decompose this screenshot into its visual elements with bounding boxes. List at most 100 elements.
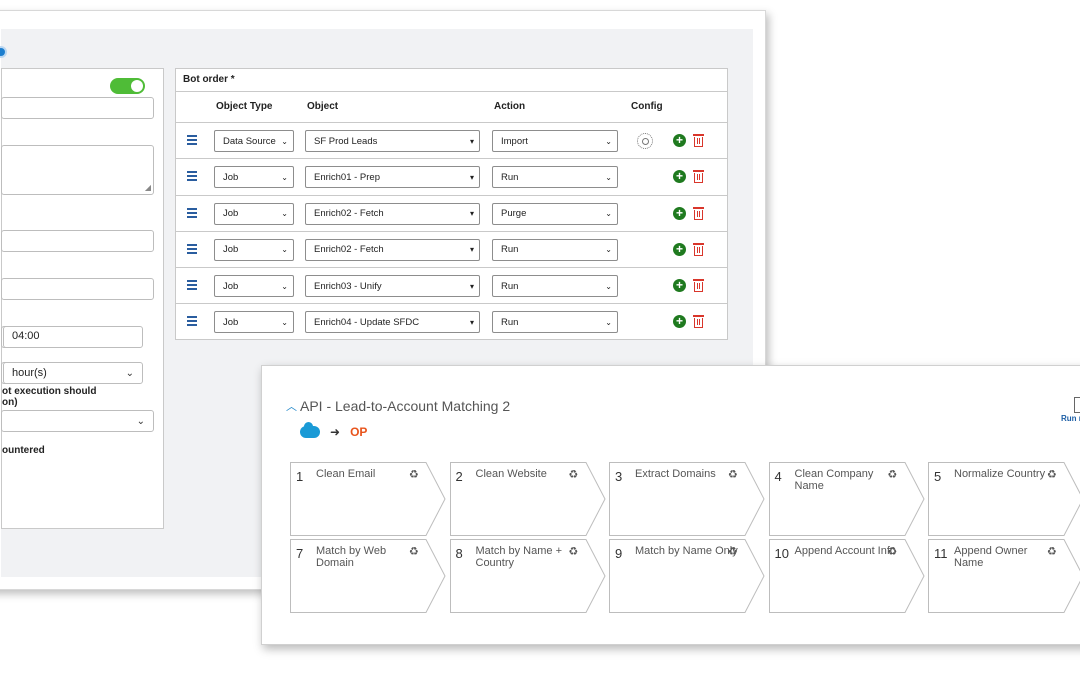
add-row-icon[interactable]: + xyxy=(673,315,686,329)
workflow-step[interactable]: 7 Match by Web Domain ♻ xyxy=(290,539,446,613)
trash-icon[interactable] xyxy=(693,242,704,256)
action-value: Run xyxy=(501,316,519,328)
chevron-down-icon: ⌄ xyxy=(605,136,612,146)
action-select[interactable]: Run ⌄ xyxy=(492,311,618,334)
chevron-up-icon[interactable]: ︿ xyxy=(286,398,297,414)
action-value: Import xyxy=(501,135,528,147)
recycle-icon[interactable]: ♻ xyxy=(1047,545,1057,558)
object-type-select[interactable]: Job ⌄ xyxy=(214,275,294,298)
object-type-value: Job xyxy=(223,171,239,183)
add-row-icon[interactable]: + xyxy=(673,206,686,220)
step-label: Clean Website xyxy=(475,468,547,480)
object-select[interactable]: Enrich02 - Fetch ▾ xyxy=(305,202,480,225)
trash-icon[interactable] xyxy=(693,315,704,329)
add-row-icon[interactable]: + xyxy=(673,134,686,147)
workflow-step[interactable]: 10 Append Account Info ♻ xyxy=(768,539,925,613)
chevron-down-icon: ⌄ xyxy=(281,209,288,219)
object-select[interactable]: Enrich04 - Update SFDC ▾ xyxy=(305,311,480,334)
workflow-window: ︿ API - Lead-to-Account Matching 2 ➜ OP … xyxy=(261,365,1080,645)
recycle-icon[interactable]: ♻ xyxy=(409,545,419,558)
object-type-select[interactable]: Job ⌄ xyxy=(214,311,294,334)
start-time-value: 04:00 xyxy=(12,330,40,342)
trash-icon[interactable] xyxy=(693,170,704,184)
field-input-2[interactable] xyxy=(1,278,154,300)
step-label: Extract Domains xyxy=(635,468,716,480)
step-number: 4 xyxy=(774,469,782,484)
workflow-step[interactable]: 1 Clean Email ♻ xyxy=(290,462,446,536)
object-type-select[interactable]: Data Source ⌄ xyxy=(214,130,294,152)
start-time-input[interactable]: 04:00 xyxy=(3,326,143,348)
action-select[interactable]: Run ⌄ xyxy=(492,166,618,189)
trash-icon[interactable] xyxy=(693,134,704,147)
step-label: Clean Company Name xyxy=(794,468,874,492)
step-label: Match by Name Only xyxy=(635,545,738,557)
trash-icon[interactable] xyxy=(693,206,704,220)
resize-grip-icon[interactable]: ◢ xyxy=(145,184,151,192)
recycle-icon[interactable]: ♻ xyxy=(569,545,579,558)
drag-handle-icon[interactable] xyxy=(187,280,197,292)
add-row-icon[interactable]: + xyxy=(673,170,686,184)
run-button-label[interactable]: Run r xyxy=(1061,414,1080,423)
step-number: 2 xyxy=(455,469,463,484)
workflow-step[interactable]: 5 Normalize Country ♻ xyxy=(928,462,1080,536)
caret-down-icon: ▾ xyxy=(469,317,474,327)
step-label: Append Account Info xyxy=(794,545,897,557)
object-select[interactable]: Enrich02 - Fetch ▾ xyxy=(305,238,480,261)
flow-route: ➜ OP xyxy=(300,422,367,439)
object-select[interactable]: Enrich03 - Unify ▾ xyxy=(305,275,480,298)
action-value: Run xyxy=(501,280,519,292)
name-input[interactable] xyxy=(1,97,154,119)
object-type-select[interactable]: Job ⌄ xyxy=(214,202,294,225)
salesforce-cloud-icon xyxy=(300,422,320,438)
workflow-title-text: API - Lead-to-Account Matching 2 xyxy=(300,398,511,414)
workflow-title[interactable]: ︿ API - Lead-to-Account Matching 2 xyxy=(286,398,510,414)
object-type-value: Job xyxy=(223,316,239,328)
add-row-icon[interactable]: + xyxy=(673,242,686,256)
recycle-icon[interactable]: ♻ xyxy=(728,468,738,481)
object-type-select[interactable]: Job ⌄ xyxy=(214,166,294,189)
recycle-icon[interactable]: ♻ xyxy=(888,468,898,481)
chevron-down-icon: ⌄ xyxy=(281,245,288,255)
arrow-right-icon: ➜ xyxy=(330,425,341,439)
bot-settings-panel: ◢ 04:00 hour(s) ⌄ ot execution should on… xyxy=(1,68,164,529)
step-number: 8 xyxy=(455,546,463,561)
recycle-icon[interactable]: ♻ xyxy=(728,545,738,558)
workflow-step[interactable]: 3 Extract Domains ♻ xyxy=(609,462,765,536)
description-textarea[interactable]: ◢ xyxy=(1,145,154,195)
recycle-icon[interactable]: ♻ xyxy=(409,468,419,481)
step-number: 10 xyxy=(774,546,789,561)
drag-handle-icon[interactable] xyxy=(187,243,197,256)
workflow-step[interactable]: 9 Match by Name Only ♻ xyxy=(609,539,765,613)
recycle-icon[interactable]: ♻ xyxy=(569,468,579,481)
recycle-icon[interactable]: ♻ xyxy=(888,545,898,558)
gear-icon[interactable] xyxy=(637,133,653,149)
table-body: Data Source ⌄ SF Prod Leads ▾ Import ⌄ + Job ⌄ En… xyxy=(176,123,727,341)
step-number: 3 xyxy=(615,469,623,484)
column-header-object: Object xyxy=(307,101,339,112)
action-select[interactable]: Import ⌄ xyxy=(492,130,618,152)
execution-select[interactable]: ⌄ xyxy=(1,410,154,432)
run-report-icon[interactable] xyxy=(1074,397,1080,413)
recycle-icon[interactable]: ♻ xyxy=(1047,468,1057,481)
workflow-step[interactable]: 2 Clean Website ♻ xyxy=(449,462,606,536)
add-row-icon[interactable]: + xyxy=(673,279,686,293)
enabled-toggle[interactable] xyxy=(110,78,145,94)
drag-handle-icon[interactable] xyxy=(187,316,197,328)
workflow-step[interactable]: 4 Clean Company Name ♻ xyxy=(768,462,925,536)
drag-handle-icon[interactable] xyxy=(187,171,197,183)
trash-icon[interactable] xyxy=(693,279,704,293)
drag-handle-icon[interactable] xyxy=(187,135,197,147)
object-select[interactable]: SF Prod Leads ▾ xyxy=(305,130,480,152)
action-select[interactable]: Purge ⌄ xyxy=(492,202,618,225)
interval-unit-select[interactable]: hour(s) ⌄ xyxy=(3,362,143,384)
interval-unit-value: hour(s) xyxy=(12,367,47,379)
drag-handle-icon[interactable] xyxy=(187,207,197,220)
action-select[interactable]: Run ⌄ xyxy=(492,275,618,298)
workflow-step[interactable]: 11 Append Owner Name ♻ xyxy=(928,539,1080,613)
object-select[interactable]: Enrich01 - Prep ▾ xyxy=(305,166,480,189)
field-input-1[interactable] xyxy=(1,230,154,252)
workflow-step[interactable]: 8 Match by Name + Country ♻ xyxy=(449,539,606,613)
action-select[interactable]: Run ⌄ xyxy=(492,238,618,261)
chevron-down-icon: ⌄ xyxy=(136,415,145,427)
object-type-select[interactable]: Job ⌄ xyxy=(214,238,294,261)
